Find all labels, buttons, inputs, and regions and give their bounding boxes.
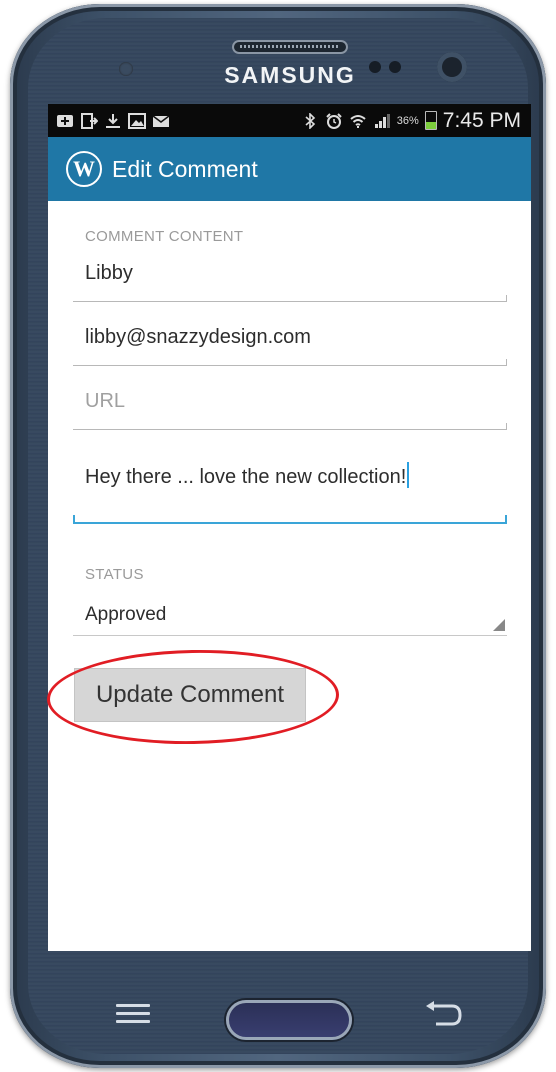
author-email-field[interactable]: libby@snazzydesign.com [73, 314, 507, 366]
status-label: STATUS [85, 566, 144, 583]
comment-text-value: Hey there ... love the new collection! [85, 462, 410, 489]
comment-text: Hey there ... love the new collection! [85, 466, 407, 488]
mail-icon [152, 114, 170, 127]
page-title: Edit Comment [112, 155, 258, 182]
dropdown-arrow-icon [493, 619, 505, 631]
screen: 36% 7:45 PM Edit Comment COMMENT CONTENT… [48, 104, 531, 951]
text-cursor [407, 462, 410, 488]
status-dropdown[interactable]: Approved [73, 592, 507, 636]
proximity-sensor [119, 62, 133, 76]
light-sensor [369, 61, 381, 73]
menu-key-icon[interactable] [116, 1004, 150, 1026]
device-brand: SAMSUNG [224, 62, 356, 88]
comment-text-field[interactable]: Hey there ... love the new collection! [73, 434, 507, 524]
back-key-icon[interactable] [424, 1000, 464, 1030]
front-camera [437, 52, 467, 82]
action-bar: Edit Comment [48, 137, 531, 201]
author-name-value: Libby [85, 262, 133, 284]
url-field[interactable]: URL [73, 378, 507, 430]
status-clock: 7:45 PM [442, 108, 521, 132]
alarm-icon [326, 112, 342, 129]
wifi-icon [350, 114, 366, 128]
author-name-field[interactable]: Libby [73, 250, 507, 302]
file-transfer-icon [81, 112, 98, 129]
plus-icon [57, 114, 73, 127]
url-placeholder: URL [85, 390, 126, 412]
battery-icon [424, 111, 437, 130]
download-icon [106, 113, 120, 128]
bluetooth-icon [305, 112, 315, 129]
status-bar: 36% 7:45 PM [48, 104, 531, 137]
author-email-value: libby@snazzydesign.com [85, 326, 311, 348]
wordpress-logo-icon[interactable] [66, 151, 102, 187]
battery-percent: 36% [396, 114, 419, 127]
home-button[interactable] [226, 1000, 352, 1040]
status-selected-value: Approved [85, 604, 167, 625]
signal-icon [374, 113, 390, 128]
speaker-grille [232, 40, 348, 54]
comment-content-label: COMMENT CONTENT [85, 228, 244, 245]
image-icon [128, 112, 146, 129]
light-sensor [389, 61, 401, 73]
